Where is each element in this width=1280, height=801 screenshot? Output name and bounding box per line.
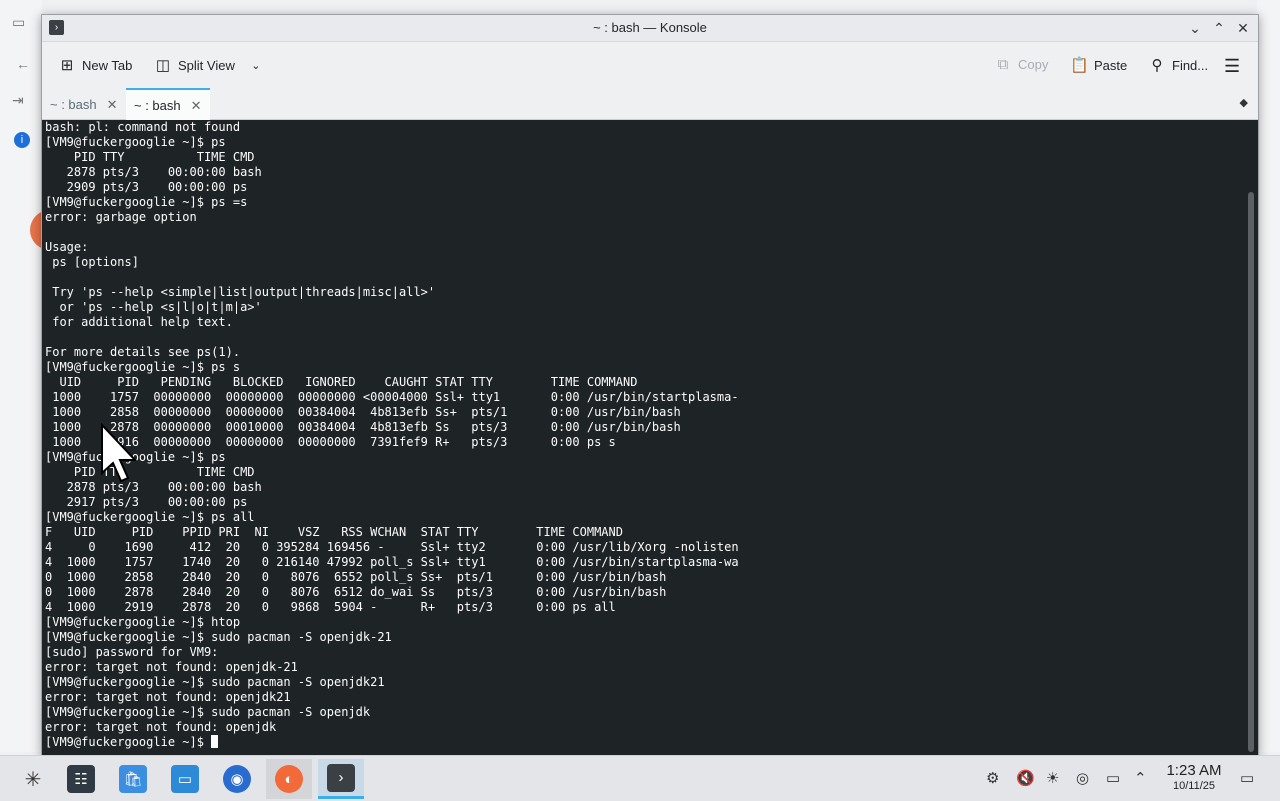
plasma-launcher-icon[interactable]: ✳ <box>10 759 56 799</box>
firefox-icon[interactable]: ◐ <box>266 759 312 799</box>
chevron-up-icon[interactable]: ⌃ <box>1134 769 1147 787</box>
network-icon[interactable]: ⚙ <box>986 769 999 787</box>
brightness-icon[interactable]: ☀ <box>1046 769 1059 787</box>
copy-label: Copy <box>1018 57 1049 72</box>
split-view-icon: ◫ <box>155 57 171 74</box>
titlebar[interactable]: › ~ : bash — Konsole ⌄ ⌃ ✕ <box>42 15 1258 42</box>
close-tab-icon[interactable]: ✕ <box>107 97 118 113</box>
tab-bar: ~ : bash ✕ ~ : bash ✕ ◆ <box>42 88 1258 121</box>
split-view-label: Split View <box>178 57 235 73</box>
back-arrow-icon: ← <box>16 56 30 72</box>
terminal-cursor <box>211 735 219 748</box>
close-icon[interactable]: ✕ <box>1234 19 1252 37</box>
clock-date[interactable]: 10/11/25 <box>1162 780 1226 792</box>
close-tab-icon[interactable]: ✕ <box>191 98 202 114</box>
konsole-task-icon[interactable]: › <box>318 759 364 799</box>
clipboard-icon[interactable]: ◎ <box>1076 769 1089 787</box>
background-window-right <box>1257 0 1280 752</box>
paste-icon: 📋 <box>1070 57 1089 74</box>
display-icon[interactable]: ▭ <box>1106 769 1120 787</box>
search-icon: ⚲ <box>1151 57 1163 74</box>
scrollbar-thumb[interactable] <box>1248 192 1254 752</box>
hamburger-menu-icon[interactable]: ☰ <box>1224 56 1240 77</box>
find-label: Find... <box>1172 57 1209 73</box>
paste-button[interactable]: 📋 Paste <box>1070 56 1127 74</box>
new-tab-button[interactable]: ⊞ New Tab <box>58 56 133 74</box>
mouse-pointer-icon <box>101 423 138 483</box>
terminal-text: bash: pl: command not found [VM9@fuckerg… <box>45 120 739 749</box>
tab-overflow-icon[interactable]: ◆ <box>1240 96 1248 109</box>
konsole-window[interactable]: › ~ : bash — Konsole ⌄ ⌃ ✕ ⊞ New Tab ◫ S… <box>41 14 1259 756</box>
scrollbar[interactable] <box>1244 120 1258 755</box>
minimize-icon[interactable]: ⌄ <box>1186 19 1204 37</box>
split-view-button[interactable]: ◫ Split View ⌄ <box>154 56 265 74</box>
mute-icon[interactable]: 🔇 <box>1016 769 1035 787</box>
info-icon: i <box>14 132 30 148</box>
new-tab-icon: ⊞ <box>60 57 74 74</box>
system-settings-icon[interactable]: ☷ <box>58 759 104 799</box>
dolphin-icon[interactable]: ▭ <box>162 759 208 799</box>
tab-label: ~ : bash <box>134 98 181 113</box>
new-tab-label: New Tab <box>82 57 133 73</box>
discover-icon[interactable]: 🛍 <box>110 759 156 799</box>
copy-icon: ⧉ <box>997 56 1009 73</box>
tab-bash-1[interactable]: ~ : bash ✕ <box>42 90 126 119</box>
tab-list-icon: ▭ <box>12 14 26 30</box>
terminal-output[interactable]: bash: pl: command not found [VM9@fuckerg… <box>42 120 1244 755</box>
find-button[interactable]: ⚲ Find... <box>1148 56 1209 74</box>
background-window: ▭ ← ⇥ i <box>0 0 50 752</box>
show-desktop-icon[interactable]: ▭ <box>1240 769 1254 787</box>
chromium-icon[interactable]: ◉ <box>214 759 260 799</box>
tab-label: ~ : bash <box>50 97 97 112</box>
toolbar: ⊞ New Tab ◫ Split View ⌄ ⧉ Copy 📋 Paste … <box>42 42 1258 88</box>
clock-time[interactable]: 1:23 AM <box>1162 762 1226 779</box>
chevron-down-icon[interactable]: ⌄ <box>247 59 265 72</box>
tab-bash-2[interactable]: ~ : bash ✕ <box>126 88 210 121</box>
maximize-icon[interactable]: ⌃ <box>1210 19 1228 37</box>
window-title: ~ : bash — Konsole <box>593 20 707 35</box>
paste-label: Paste <box>1094 57 1128 73</box>
taskbar: ✳ ☷ 🛍 ▭ ◉ ◐ › ⚙ 🔇 ☀ ◎ ▭ ⌃ 1:23 AM 10/11/… <box>0 755 1280 801</box>
copy-button[interactable]: ⧉ Copy <box>994 56 1049 73</box>
import-icon: ⇥ <box>12 92 24 108</box>
